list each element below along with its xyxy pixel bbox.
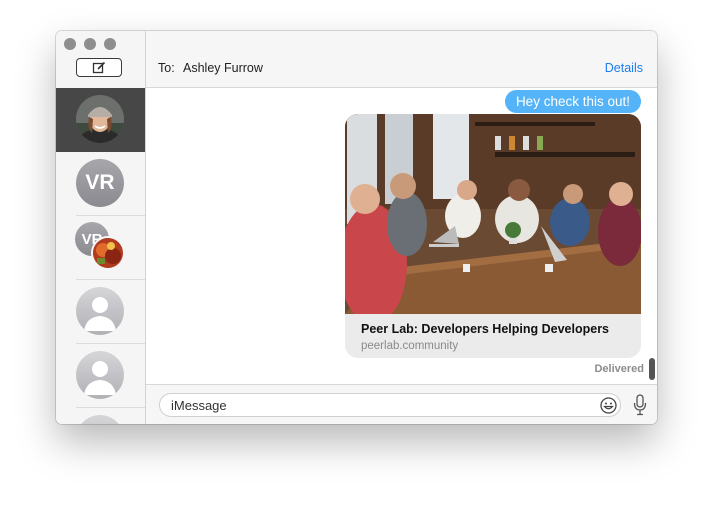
avatar-initials: VR bbox=[76, 159, 124, 207]
conversation-item-3[interactable]: VR bbox=[56, 216, 145, 280]
conversation-item-2[interactable]: VR bbox=[56, 152, 145, 216]
zoom-button[interactable] bbox=[104, 38, 116, 50]
link-preview-card[interactable]: Peer Lab: Developers Helping Developers … bbox=[345, 114, 641, 358]
person-placeholder-icon bbox=[76, 287, 124, 335]
conversation-item-6[interactable] bbox=[56, 408, 145, 424]
link-preview-title: Peer Lab: Developers Helping Developers bbox=[361, 322, 610, 336]
person-placeholder-icon bbox=[76, 351, 124, 399]
conversation-item-5[interactable] bbox=[56, 344, 145, 408]
avatar bbox=[76, 95, 124, 143]
conversation-sidebar: VR VR bbox=[56, 31, 146, 424]
link-preview-domain: peerlab.community bbox=[361, 340, 459, 352]
message-transcript: Hey check this out! Peer Lab: Developers… bbox=[146, 88, 657, 384]
conversation-item-4[interactable] bbox=[56, 280, 145, 344]
conversation-header: To: Ashley Furrow Details bbox=[146, 31, 657, 88]
conversation-item-1[interactable] bbox=[56, 88, 145, 152]
delivery-status: Delivered bbox=[594, 363, 644, 375]
messages-window: VR VR To: Ashley Furrow Details Hey chec… bbox=[56, 31, 657, 424]
link-preview-image bbox=[345, 114, 641, 314]
microphone-icon[interactable] bbox=[633, 394, 647, 416]
sent-message-bubble[interactable]: Hey check this out! bbox=[504, 90, 641, 113]
person-placeholder-icon bbox=[76, 415, 124, 424]
emoji-icon[interactable] bbox=[599, 396, 618, 415]
compose-button[interactable] bbox=[76, 58, 122, 77]
to-label: To: bbox=[158, 61, 175, 75]
window-controls bbox=[64, 38, 116, 50]
message-input-placeholder: iMessage bbox=[171, 398, 227, 413]
transcript-scrollbar[interactable] bbox=[649, 358, 655, 380]
message-input[interactable]: iMessage bbox=[159, 393, 621, 417]
message-input-bar: iMessage bbox=[146, 384, 657, 424]
recipient-name[interactable]: Ashley Furrow bbox=[183, 61, 263, 75]
compose-icon bbox=[92, 61, 106, 74]
group-avatar-photo bbox=[91, 236, 125, 270]
close-button[interactable] bbox=[64, 38, 76, 50]
minimize-button[interactable] bbox=[84, 38, 96, 50]
details-button[interactable]: Details bbox=[605, 61, 643, 75]
